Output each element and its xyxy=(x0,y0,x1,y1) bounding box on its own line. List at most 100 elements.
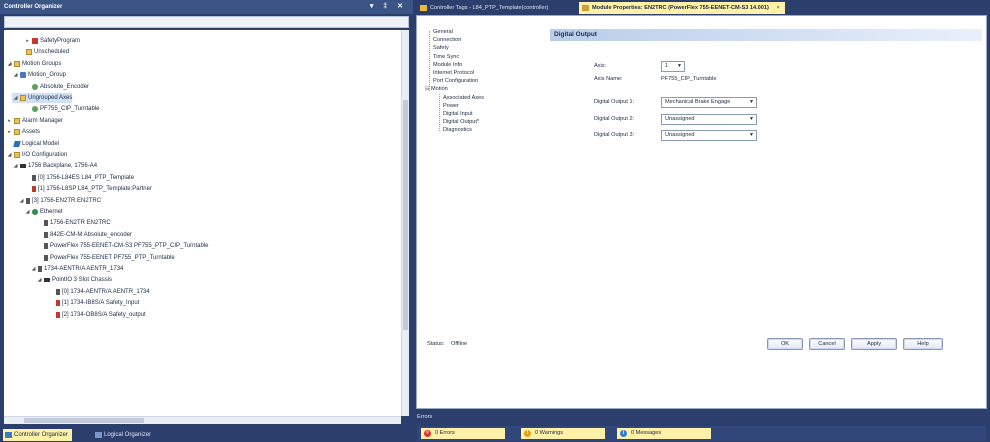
category-item[interactable]: Diagnostics xyxy=(443,126,472,134)
organizer-title-bar: Controller Organizer ▾ ‡ ✕ xyxy=(0,0,413,14)
tree-item[interactable]: ◢ Ungrouped Axes xyxy=(12,93,73,103)
category-item[interactable]: Safety xyxy=(433,44,449,52)
tree-item-label: [2] 1734-OB8S/A Safety_output xyxy=(62,311,146,318)
tree-item[interactable]: PF755_CIP_Turntable xyxy=(24,104,99,114)
module-icon xyxy=(56,288,60,295)
tree-expander[interactable]: ▸ xyxy=(24,36,31,46)
errors-filter-button[interactable]: × 0 Errors xyxy=(421,428,505,439)
category-item[interactable]: General xyxy=(433,28,453,36)
safety-module-icon xyxy=(56,311,60,318)
category-item[interactable]: ⊟Motion xyxy=(425,85,448,93)
category-item[interactable]: Digital Output* xyxy=(443,118,479,126)
axis-label: Axis: xyxy=(594,63,607,69)
tree-item[interactable]: [1] 1734-IB8S/A Safety_Input xyxy=(48,298,139,308)
chevron-down-icon: ▼ xyxy=(749,116,754,122)
apply-button[interactable]: Apply xyxy=(851,338,897,350)
tree-item[interactable]: ◢ 1756 Backplane, 1756-A4 xyxy=(12,161,98,171)
ok-button[interactable]: OK xyxy=(767,338,803,350)
tree-item[interactable]: ◢ Motion_Group xyxy=(12,70,66,80)
tree-expander[interactable]: ▸ xyxy=(6,116,13,126)
chevron-down-icon: ▼ xyxy=(749,132,754,138)
tree-vertical-scrollbar[interactable] xyxy=(401,30,409,416)
tree-item-label: PF755_CIP_Turntable xyxy=(40,106,100,113)
tree-item[interactable]: PowerFlex 755-EENET PF755_PTP_Turntable xyxy=(36,253,175,263)
section-title: Digital Output xyxy=(550,29,982,41)
tree-item[interactable]: ◢ 1734-AENTR/A AENTR_1734 xyxy=(30,264,123,274)
category-item[interactable]: Port Configuration xyxy=(433,77,478,85)
tree-expander[interactable]: ◢ xyxy=(18,196,25,206)
tree-expander[interactable]: ◢ xyxy=(12,161,19,171)
category-label: Motion xyxy=(431,86,448,93)
errors-title: Errors xyxy=(417,414,433,420)
category-item[interactable]: Associated Axes xyxy=(443,94,484,102)
tree-item[interactable]: ◢ PointIO 3 Slot Chassis xyxy=(36,275,112,285)
tree-expander[interactable]: ◢ xyxy=(24,207,31,217)
tree-expander[interactable]: ◢ xyxy=(6,59,13,69)
digital-output-1-select[interactable]: Mechanical Brake Engage ▼ xyxy=(661,97,757,108)
tree-item[interactable]: Unscheduled xyxy=(18,47,69,57)
close-icon[interactable]: × xyxy=(776,5,779,11)
axis-select[interactable]: 1 ▼ xyxy=(661,61,685,72)
tab-logical-organizer[interactable]: Logical Organizer xyxy=(93,429,155,441)
tree-item[interactable]: Logical Model xyxy=(6,139,59,149)
help-button[interactable]: Help xyxy=(903,338,943,350)
tree-item[interactable]: ▸ SafetyProgram xyxy=(24,36,80,46)
axis-name-value: PF755_CIP_Turntable xyxy=(661,76,717,82)
tree-expander[interactable]: ▸ xyxy=(6,127,13,137)
category-item[interactable]: Connection xyxy=(433,36,461,44)
category-label: Power xyxy=(443,102,459,109)
errors-filter-button[interactable]: i 0 Messages xyxy=(617,428,711,439)
tree-item[interactable]: [1] 1756-L8SP L84_PTP_Template:Partner xyxy=(24,184,152,194)
tree-expander[interactable]: ◢ xyxy=(6,150,13,160)
tree-item[interactable]: 842E-CM-M Absolute_encoder xyxy=(36,230,132,240)
tree-item-label: Assets xyxy=(22,129,41,136)
tree-item-label: Ungrouped Axes xyxy=(28,95,73,101)
tree-item[interactable]: ▸ Assets xyxy=(6,127,40,137)
tree-item[interactable]: [0] 1756-L84ES L84_PTP_Template xyxy=(24,173,134,183)
digital-output-3-select[interactable]: Unassigned ▼ xyxy=(661,130,757,141)
category-item[interactable]: Digital Input xyxy=(443,110,473,118)
tree-item[interactable]: ◢ I/O Configuration xyxy=(6,150,67,160)
folder-icon xyxy=(14,152,20,158)
module-icon xyxy=(32,174,36,181)
digital-output-2-select[interactable]: Unassigned ▼ xyxy=(661,114,757,125)
tree-item[interactable]: [0] 1734-AENTR/A AENTR_1734 xyxy=(48,287,150,297)
tree-item-label: Absolute_Encoder xyxy=(40,83,90,90)
scrollbar-thumb[interactable] xyxy=(403,100,408,330)
logical-organizer-icon xyxy=(95,432,102,438)
category-item[interactable]: Module Info xyxy=(433,61,462,69)
tree-expander[interactable]: ◢ xyxy=(36,275,43,285)
tree-expander[interactable]: ◢ xyxy=(12,70,19,80)
category-item[interactable]: Time Sync xyxy=(433,53,459,61)
tree-horizontal-scrollbar[interactable] xyxy=(4,416,401,424)
tab-label: Controller Tags - L84_PTP_Template(contr… xyxy=(430,5,549,11)
tree-item[interactable]: PowerFlex 755-EENET-CM-S3 PF755_PTP_CIP_… xyxy=(36,241,209,251)
tree-guide-line xyxy=(429,31,430,91)
organizer-title: Controller Organizer xyxy=(4,4,63,10)
category-label: Diagnostics xyxy=(443,127,472,134)
cancel-button[interactable]: Cancel xyxy=(809,338,845,350)
tree-item[interactable]: ◢ [3] 1756-EN2TR EN2TRC xyxy=(18,196,101,206)
tab-controller-organizer[interactable]: Controller Organizer xyxy=(3,429,73,441)
tree-item[interactable]: Absolute_Encoder xyxy=(24,82,89,92)
tree-item[interactable]: 1756-EN2TR EN2TRC xyxy=(36,218,111,228)
module-icon xyxy=(38,266,42,272)
program-icon xyxy=(32,38,38,44)
tab-module-properties[interactable]: Module Properties: EN2TRC (PowerFlex 755… xyxy=(579,2,785,14)
tree-item[interactable]: ◢ Motion Groups xyxy=(6,59,61,69)
category-item[interactable]: Power xyxy=(443,102,459,110)
tab-controller-tags[interactable]: Controller Tags - L84_PTP_Template(contr… xyxy=(417,2,553,14)
tree-expander[interactable]: ◢ xyxy=(30,264,37,274)
tree-expander[interactable]: ◢ xyxy=(12,93,19,103)
pane-window-buttons[interactable]: ▾ ‡ ✕ xyxy=(370,0,407,14)
tree-item[interactable]: ◢ Ethernet xyxy=(24,207,63,217)
scrollbar-thumb[interactable] xyxy=(24,418,144,423)
tree-item-label: Unscheduled xyxy=(34,49,70,56)
category-label: Safety xyxy=(433,45,449,52)
category-item[interactable]: Internet Protocol xyxy=(433,69,474,77)
tree-item[interactable]: ▸ Alarm Manager xyxy=(6,116,63,126)
tree-item[interactable]: [2] 1734-OB8S/A Safety_output xyxy=(48,310,146,320)
category-label: Port Configuration xyxy=(433,78,479,85)
category-label: Digital Output* xyxy=(443,119,480,126)
errors-filter-button[interactable]: ! 0 Warnings xyxy=(521,428,605,439)
